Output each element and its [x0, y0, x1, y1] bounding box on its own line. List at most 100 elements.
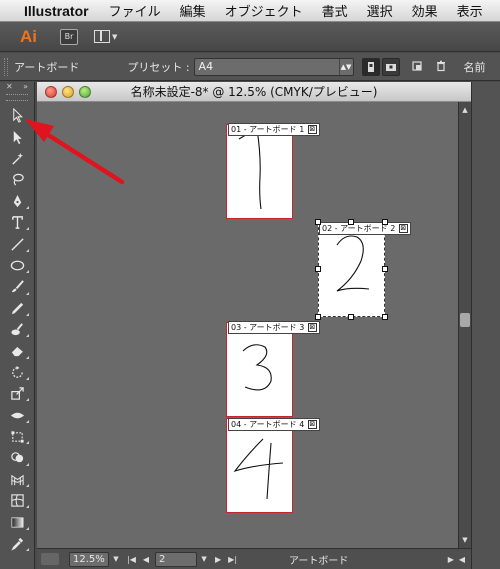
pen-tool[interactable]: [0, 191, 35, 212]
selection-tool[interactable]: [0, 105, 35, 126]
scale-tool[interactable]: [0, 383, 35, 404]
pencil-tool[interactable]: [0, 298, 35, 319]
menu-type[interactable]: 書式: [322, 1, 348, 20]
scroll-down-icon[interactable]: ▼: [459, 534, 471, 546]
rotate-tool[interactable]: [0, 362, 35, 383]
selection-handle[interactable]: [315, 314, 321, 320]
shape-builder-tool[interactable]: [0, 447, 35, 468]
preset-select[interactable]: A4 ▲▼: [193, 57, 354, 76]
selection-handle[interactable]: [382, 266, 388, 272]
eyedropper-icon: [11, 537, 24, 551]
mesh-tool[interactable]: [0, 490, 35, 511]
panel-grip[interactable]: [6, 94, 28, 101]
close-window-button[interactable]: [45, 86, 57, 98]
delete-artboard-button[interactable]: [434, 60, 448, 74]
zoom-level-field[interactable]: 12.5%: [69, 551, 109, 567]
panel-grip[interactable]: [4, 57, 8, 76]
chevron-down-icon: ▲▼: [338, 58, 353, 75]
vertical-scrollbar[interactable]: ▲ ▼: [458, 102, 471, 548]
artboard-number-field[interactable]: 2: [155, 551, 198, 567]
artboard-label-3[interactable]: 03 - アートボード 3 ⊠: [228, 321, 320, 334]
selection-handle[interactable]: [348, 314, 354, 320]
selection-handle[interactable]: [315, 266, 321, 272]
width-tool[interactable]: [0, 404, 35, 425]
collapse-icon[interactable]: »: [23, 82, 28, 92]
scroll-left-icon[interactable]: ◀: [459, 555, 465, 564]
selection-handle[interactable]: [382, 314, 388, 320]
app-menu[interactable]: Illustrator: [24, 3, 89, 19]
direct-selection-tool[interactable]: [0, 126, 35, 147]
handwritten-digit-2: [336, 235, 370, 292]
menu-file[interactable]: ファイル: [109, 1, 161, 20]
menu-view[interactable]: 表示: [457, 1, 483, 20]
menu-effect[interactable]: 効果: [412, 1, 438, 20]
artboard-label-2[interactable]: 02 - アートボード 2 ⊠: [319, 222, 411, 235]
free-transform-tool[interactable]: [0, 426, 35, 447]
chevron-down-icon: ▼: [112, 32, 118, 41]
selection-handle[interactable]: [315, 219, 321, 225]
paintbrush-tool[interactable]: [0, 276, 35, 297]
menu-object[interactable]: オブジェクト: [225, 1, 303, 20]
first-artboard-icon[interactable]: |◀: [127, 555, 136, 564]
eyedropper-tool[interactable]: [0, 533, 35, 554]
landscape-icon: [385, 63, 396, 71]
control-bar: アートボード プリセット : A4 ▲▼ 名前: [0, 53, 500, 81]
status-text: アートボード: [289, 555, 349, 567]
minimize-window-button[interactable]: [62, 86, 74, 98]
preset-value: A4: [198, 59, 214, 73]
bridge-button[interactable]: Br: [60, 28, 78, 45]
artboard-nav-next: ▶ ▶|: [215, 555, 237, 564]
line-segment-tool[interactable]: [0, 233, 35, 254]
blob-brush-tool[interactable]: [0, 319, 35, 340]
landscape-button[interactable]: [381, 57, 400, 76]
tools-panel: ✕ »: [0, 82, 35, 569]
application-bar: Ai Br ▼: [0, 22, 500, 52]
artboard-1[interactable]: [226, 124, 293, 219]
magic-wand-tool[interactable]: [0, 148, 35, 169]
type-tool[interactable]: [0, 212, 35, 233]
direct-selection-arrow-icon: [13, 130, 22, 144]
last-artboard-icon[interactable]: ▶|: [228, 555, 237, 564]
artboard-dropdown-icon[interactable]: ▼: [199, 555, 209, 563]
zoom-dropdown-icon[interactable]: ▼: [111, 555, 121, 563]
right-panel-dock: [471, 82, 500, 569]
pen-icon: [13, 194, 22, 207]
artboard-3[interactable]: [226, 322, 293, 417]
close-icon[interactable]: ⊠: [307, 125, 317, 134]
next-artboard-icon[interactable]: ▶: [215, 555, 221, 564]
artboard-label-1[interactable]: 01 - アートボード 1 ⊠: [228, 123, 320, 136]
artboard-canvas[interactable]: 01 - アートボード 1 ⊠ 02 - アートボード 2 ⊠ 03 - アート…: [37, 102, 458, 548]
new-artboard-icon: [411, 60, 422, 71]
arrange-documents-button[interactable]: ▼: [94, 30, 117, 43]
previous-artboard-icon[interactable]: ◀: [143, 555, 149, 564]
close-icon[interactable]: ✕: [6, 82, 13, 92]
selection-handle[interactable]: [348, 219, 354, 225]
artboard-label-4[interactable]: 04 - アートボード 4 ⊠: [228, 418, 320, 431]
document-info-icon[interactable]: [41, 553, 59, 565]
document-titlebar[interactable]: 名称未設定-8* @ 12.5% (CMYK/プレビュー): [37, 82, 471, 102]
scroll-thumb[interactable]: [460, 313, 470, 327]
ellipse-tool[interactable]: [0, 255, 35, 276]
close-icon[interactable]: ⊠: [307, 323, 317, 332]
pencil-icon: [11, 302, 24, 314]
eraser-tool[interactable]: [0, 340, 35, 361]
close-icon[interactable]: ⊠: [307, 420, 317, 429]
portrait-button[interactable]: [361, 57, 380, 76]
artboard-4[interactable]: [226, 418, 293, 513]
gradient-tool[interactable]: [0, 511, 35, 532]
eraser-icon: [11, 346, 24, 357]
perspective-grid-tool[interactable]: [0, 469, 35, 490]
scroll-up-icon[interactable]: ▲: [459, 104, 471, 116]
close-icon[interactable]: ⊠: [398, 224, 408, 233]
shape-builder-icon: [11, 452, 24, 463]
menu-select[interactable]: 選択: [367, 1, 393, 20]
lasso-tool[interactable]: [0, 169, 35, 190]
orientation-group: [361, 57, 400, 76]
menu-edit[interactable]: 編集: [180, 1, 206, 20]
artboard-2[interactable]: [318, 222, 385, 317]
zoom-window-button[interactable]: [79, 86, 91, 98]
new-artboard-button[interactable]: [410, 60, 424, 74]
status-menu-icon[interactable]: ▶: [448, 555, 454, 564]
selection-handle[interactable]: [382, 219, 388, 225]
lasso-icon: [13, 174, 24, 186]
